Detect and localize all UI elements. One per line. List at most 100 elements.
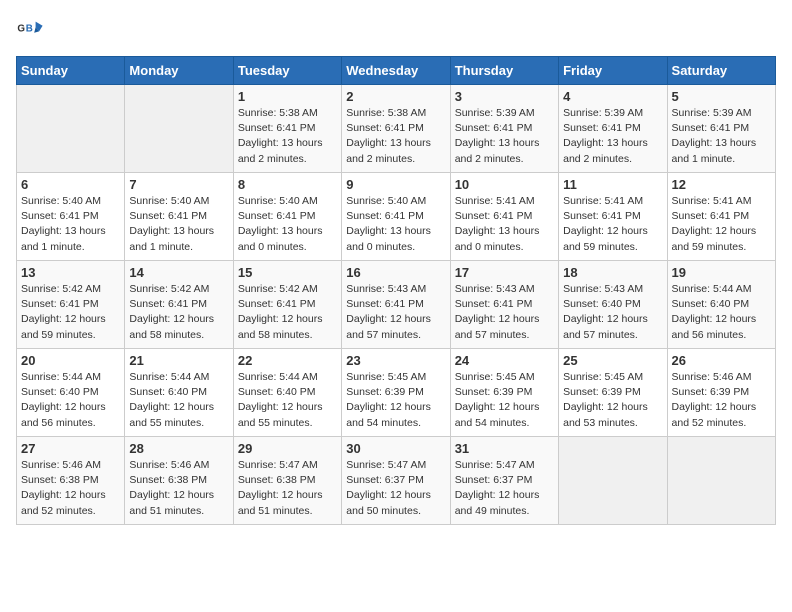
day-number: 10 [455, 177, 554, 192]
calendar-cell: 27Sunrise: 5:46 AM Sunset: 6:38 PM Dayli… [17, 437, 125, 525]
calendar-cell: 24 Sunrise: 5:45 AM Sunset: 6:39 PM Dayli… [450, 349, 558, 437]
calendar-cell: 19 Sunrise: 5:44 AM Sunset: 6:40 PM Dayli… [667, 261, 775, 349]
day-number: 15 [238, 265, 337, 280]
day-number: 19 [672, 265, 771, 280]
calendar-cell: 6Sunrise: 5:40 AM Sunset: 6:41 PM Daylig… [17, 173, 125, 261]
day-number: 25 [563, 353, 662, 368]
calendar-cell: 11 Sunrise: 5:41 AM Sunset: 6:41 PM Dayli… [559, 173, 667, 261]
calendar-cell [17, 85, 125, 173]
calendar-cell: 20Sunrise: 5:44 AM Sunset: 6:40 PM Dayli… [17, 349, 125, 437]
calendar-week-row: 1 Sunrise: 5:38 AM Sunset: 6:41 PM Daylig… [17, 85, 776, 173]
day-number: 12 [672, 177, 771, 192]
day-number: 28 [129, 441, 228, 456]
header: G B [16, 16, 776, 44]
day-info: Sunrise: 5:46 AM Sunset: 6:39 PM Dayligh… [672, 370, 771, 431]
calendar-week-row: 6 Sunrise: 5:40 AM Sunset: 6:41 PM Daylig… [17, 173, 776, 261]
day-number: 6 [21, 177, 120, 192]
day-info: Sunrise: 5:39 AM Sunset: 6:41 PM Dayligh… [672, 106, 771, 167]
day-info: Sunrise: 5:45 AM Sunset: 6:39 PM Dayligh… [346, 370, 445, 431]
calendar-cell [559, 437, 667, 525]
day-number: 18 [563, 265, 662, 280]
day-number: 14 [129, 265, 228, 280]
day-number: 9 [346, 177, 445, 192]
day-info: Sunrise: 5:42 AM Sunset: 6:41 PM Dayligh… [21, 282, 120, 343]
day-number: 29 [238, 441, 337, 456]
day-info: Sunrise: 5:45 AM Sunset: 6:39 PM Dayligh… [455, 370, 554, 431]
day-number: 24 [455, 353, 554, 368]
day-number: 4 [563, 89, 662, 104]
svg-text:G: G [17, 23, 25, 34]
calendar-cell: 28 Sunrise: 5:46 AM Sunset: 6:38 PM Dayli… [125, 437, 233, 525]
calendar-cell: 1 Sunrise: 5:38 AM Sunset: 6:41 PM Daylig… [233, 85, 341, 173]
calendar-cell: 15 Sunrise: 5:42 AM Sunset: 6:41 PM Dayli… [233, 261, 341, 349]
day-number: 17 [455, 265, 554, 280]
weekday-header-cell: Saturday [667, 57, 775, 85]
day-info: Sunrise: 5:44 AM Sunset: 6:40 PM Dayligh… [238, 370, 337, 431]
day-info: Sunrise: 5:40 AM Sunset: 6:41 PM Dayligh… [346, 194, 445, 255]
calendar-cell: 23Sunrise: 5:45 AM Sunset: 6:39 PM Dayli… [342, 349, 450, 437]
calendar-cell: 25 Sunrise: 5:45 AM Sunset: 6:39 PM Dayli… [559, 349, 667, 437]
day-number: 2 [346, 89, 445, 104]
day-number: 8 [238, 177, 337, 192]
calendar-body: 1 Sunrise: 5:38 AM Sunset: 6:41 PM Daylig… [17, 85, 776, 525]
day-info: Sunrise: 5:44 AM Sunset: 6:40 PM Dayligh… [672, 282, 771, 343]
day-number: 1 [238, 89, 337, 104]
day-info: Sunrise: 5:46 AM Sunset: 6:38 PM Dayligh… [129, 458, 228, 519]
calendar-cell: 12 Sunrise: 5:41 AM Sunset: 6:41 PM Dayli… [667, 173, 775, 261]
calendar-cell: 9 Sunrise: 5:40 AM Sunset: 6:41 PM Daylig… [342, 173, 450, 261]
day-number: 3 [455, 89, 554, 104]
calendar-week-row: 27 Sunrise: 5:46 AM Sunset: 6:38 PM Dayli… [17, 437, 776, 525]
day-number: 7 [129, 177, 228, 192]
day-number: 16 [346, 265, 445, 280]
calendar-cell: 21Sunrise: 5:44 AM Sunset: 6:40 PM Dayli… [125, 349, 233, 437]
logo: G B [16, 16, 48, 44]
day-info: Sunrise: 5:41 AM Sunset: 6:41 PM Dayligh… [672, 194, 771, 255]
weekday-header-cell: Friday [559, 57, 667, 85]
weekday-header-cell: Tuesday [233, 57, 341, 85]
day-info: Sunrise: 5:38 AM Sunset: 6:41 PM Dayligh… [346, 106, 445, 167]
day-info: Sunrise: 5:43 AM Sunset: 6:40 PM Dayligh… [563, 282, 662, 343]
calendar-cell: 29Sunrise: 5:47 AM Sunset: 6:38 PM Dayli… [233, 437, 341, 525]
day-info: Sunrise: 5:39 AM Sunset: 6:41 PM Dayligh… [455, 106, 554, 167]
weekday-header-cell: Thursday [450, 57, 558, 85]
weekday-header-cell: Monday [125, 57, 233, 85]
calendar-week-row: 13 Sunrise: 5:42 AM Sunset: 6:41 PM Dayli… [17, 261, 776, 349]
calendar-cell: 17 Sunrise: 5:43 AM Sunset: 6:41 PM Dayli… [450, 261, 558, 349]
calendar-cell: 18 Sunrise: 5:43 AM Sunset: 6:40 PM Dayli… [559, 261, 667, 349]
calendar-cell [667, 437, 775, 525]
calendar-cell: 16 Sunrise: 5:43 AM Sunset: 6:41 PM Dayli… [342, 261, 450, 349]
day-number: 5 [672, 89, 771, 104]
weekday-header-cell: Wednesday [342, 57, 450, 85]
calendar-cell: 26 Sunrise: 5:46 AM Sunset: 6:39 PM Dayli… [667, 349, 775, 437]
calendar-cell: 2 Sunrise: 5:38 AM Sunset: 6:41 PM Daylig… [342, 85, 450, 173]
weekday-header-cell: Sunday [17, 57, 125, 85]
day-info: Sunrise: 5:43 AM Sunset: 6:41 PM Dayligh… [455, 282, 554, 343]
calendar-cell: 14 Sunrise: 5:42 AM Sunset: 6:41 PM Dayli… [125, 261, 233, 349]
day-number: 27 [21, 441, 120, 456]
calendar-cell [125, 85, 233, 173]
day-info: Sunrise: 5:40 AM Sunset: 6:41 PM Dayligh… [129, 194, 228, 255]
day-info: Sunrise: 5:47 AM Sunset: 6:37 PM Dayligh… [346, 458, 445, 519]
day-info: Sunrise: 5:41 AM Sunset: 6:41 PM Dayligh… [563, 194, 662, 255]
day-info: Sunrise: 5:43 AM Sunset: 6:41 PM Dayligh… [346, 282, 445, 343]
day-info: Sunrise: 5:47 AM Sunset: 6:37 PM Dayligh… [455, 458, 554, 519]
day-info: Sunrise: 5:44 AM Sunset: 6:40 PM Dayligh… [21, 370, 120, 431]
svg-text:B: B [26, 23, 33, 34]
day-info: Sunrise: 5:38 AM Sunset: 6:41 PM Dayligh… [238, 106, 337, 167]
day-number: 13 [21, 265, 120, 280]
day-number: 21 [129, 353, 228, 368]
day-info: Sunrise: 5:42 AM Sunset: 6:41 PM Dayligh… [238, 282, 337, 343]
logo-icon: G B [16, 16, 44, 44]
calendar-cell: 30 Sunrise: 5:47 AM Sunset: 6:37 PM Dayli… [342, 437, 450, 525]
calendar-cell: 4Sunrise: 5:39 AM Sunset: 6:41 PM Daylig… [559, 85, 667, 173]
day-info: Sunrise: 5:45 AM Sunset: 6:39 PM Dayligh… [563, 370, 662, 431]
day-number: 22 [238, 353, 337, 368]
weekday-header-row: SundayMondayTuesdayWednesdayThursdayFrid… [17, 57, 776, 85]
day-number: 26 [672, 353, 771, 368]
day-info: Sunrise: 5:42 AM Sunset: 6:41 PM Dayligh… [129, 282, 228, 343]
calendar-cell: 3 Sunrise: 5:39 AM Sunset: 6:41 PM Daylig… [450, 85, 558, 173]
calendar-cell: 7 Sunrise: 5:40 AM Sunset: 6:41 PM Daylig… [125, 173, 233, 261]
calendar-cell: 5 Sunrise: 5:39 AM Sunset: 6:41 PM Daylig… [667, 85, 775, 173]
day-number: 30 [346, 441, 445, 456]
day-number: 11 [563, 177, 662, 192]
